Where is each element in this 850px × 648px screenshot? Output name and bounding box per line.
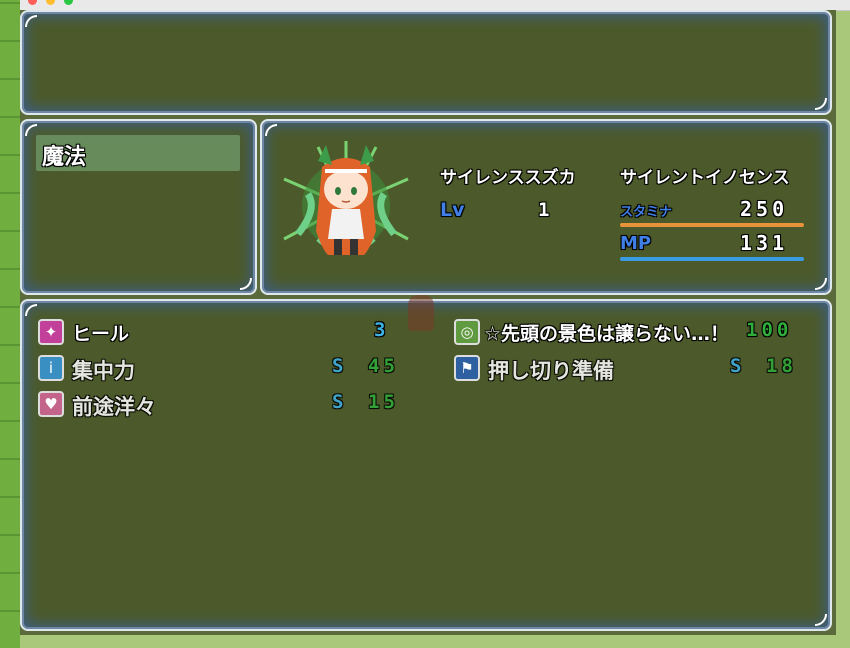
skill-item-bright-future[interactable]: ♥ 前途洋々 S 15 (38, 389, 398, 419)
skill-type-magic-option[interactable]: 魔法 (36, 135, 240, 171)
close-icon[interactable] (28, 0, 37, 5)
skill-name: ヒール (72, 323, 130, 345)
game-screen: 魔法 サイレンススズカ サイレントイノセンス Lv 1 スタミナ 250 MP … (20, 10, 836, 635)
skill-cost-prefix: S (730, 355, 746, 377)
minimize-icon[interactable] (46, 0, 55, 5)
skill-cost-prefix: S (332, 391, 348, 413)
stamina-label: スタミナ (620, 205, 673, 220)
skill-name: 前途洋々 (72, 395, 156, 419)
skill-item-heal[interactable]: ✦ ヒール 3 (38, 317, 398, 347)
portrait-illustration (283, 141, 409, 255)
mp-value: 131 (740, 231, 789, 255)
maximize-icon[interactable] (64, 0, 73, 5)
map-character-sprite (408, 295, 434, 331)
skill-list-window: ✦ ヒール 3 ◎ ☆先頭の景色は譲らない…！ 100 i 集中力 S 45 ⚑… (20, 295, 832, 631)
level-label: Lv (440, 199, 465, 221)
skill-item-concentration[interactable]: i 集中力 S 45 (38, 353, 398, 383)
actor-nickname: サイレントイノセンス (620, 168, 790, 188)
background-map-grid (0, 0, 20, 648)
skill-type-label: 魔法 (42, 145, 87, 170)
focus-icon: i (38, 355, 64, 381)
skill-cost-prefix: S (332, 355, 348, 377)
skill-type-window: 魔法 (20, 119, 257, 295)
mp-gauge (620, 257, 804, 261)
target-icon: ◎ (454, 319, 480, 345)
skill-item-leading-view[interactable]: ◎ ☆先頭の景色は譲らない…！ 100 (454, 317, 824, 347)
skill-cost: 18 (766, 355, 797, 377)
skill-cost: 3 (374, 319, 390, 341)
runner-icon: ⚑ (454, 355, 480, 381)
actor-name: サイレンススズカ (440, 168, 576, 188)
heart-icon: ♥ (38, 391, 64, 417)
level-value: 1 (538, 199, 554, 221)
skill-name: 押し切り準備 (488, 359, 614, 383)
heal-icon: ✦ (38, 319, 64, 345)
actor-portrait (278, 139, 414, 273)
stamina-gauge (620, 223, 804, 227)
skill-item-push-prep[interactable]: ⚑ 押し切り準備 S 18 (454, 353, 824, 383)
skill-cost: 100 (746, 319, 793, 341)
stamina-value: 250 (740, 197, 789, 221)
skill-name: 集中力 (72, 359, 135, 383)
skill-name: ☆先頭の景色は譲らない…！ (484, 323, 730, 345)
skill-cost: 45 (368, 355, 399, 377)
skill-cost: 15 (368, 391, 399, 413)
mp-label: MP (620, 233, 652, 254)
actor-status-window: サイレンススズカ サイレントイノセンス Lv 1 スタミナ 250 MP 131 (260, 119, 832, 295)
help-window (20, 10, 832, 115)
